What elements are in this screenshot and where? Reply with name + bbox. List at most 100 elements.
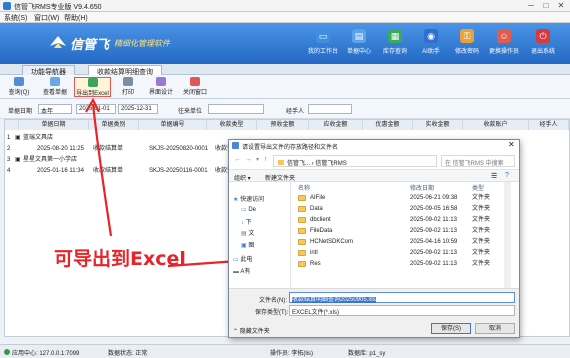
file-row[interactable]: Data 2025-09-05 16:58 文件夹 xyxy=(298,205,508,214)
view-options-icon[interactable]: ☰ xyxy=(491,172,497,180)
tree-item-desktop[interactable]: ▭ De xyxy=(241,206,256,213)
partner-input[interactable] xyxy=(208,104,264,114)
column-header[interactable]: 单据类别 xyxy=(89,120,139,130)
hide-folders-toggle[interactable]: ⌃ 隐藏文件夹 xyxy=(233,326,270,335)
menu-system[interactable]: 系统(S) xyxy=(4,13,27,23)
cell-date[interactable]: 2025-08-20 11:25 xyxy=(37,144,84,154)
scrollbar[interactable] xyxy=(504,182,511,288)
dialog-title-bar: 请设置导出文件的存放路径和文件名 ✕ xyxy=(229,140,519,152)
layout-design-button[interactable]: 界面设计 xyxy=(146,77,176,97)
query-button[interactable]: 查询(Q) xyxy=(6,77,32,97)
tree-item-quick-access[interactable]: ★ 快速访问 xyxy=(233,194,264,203)
cancel-button[interactable]: 取消 xyxy=(475,323,515,334)
header-banner: 信管飞 精细化管理软件 ▭ 我的工作台 ▤ 单据中心 ▦ 库存查询 ◉ AI助手… xyxy=(0,23,570,64)
path-segment[interactable]: 信管飞RMS xyxy=(315,161,346,167)
cell-type[interactable]: 收款结算单 xyxy=(93,144,123,154)
column-header[interactable]: 经手人 xyxy=(529,120,569,130)
print-button[interactable]: 打印 xyxy=(116,77,140,97)
column-type[interactable]: 类型 xyxy=(472,183,484,192)
period-select[interactable]: 本年 xyxy=(38,104,72,115)
column-header[interactable]: 实收金额 xyxy=(413,120,463,130)
tab-navigator[interactable]: 功能导航器 xyxy=(22,65,75,76)
export-excel-button[interactable]: 导出到Excel xyxy=(74,77,111,97)
address-bar[interactable]: 信管飞... › 信管飞RMS xyxy=(273,155,437,167)
header-button-workbench[interactable]: ▭ 我的工作台 xyxy=(306,27,340,61)
date-to-input[interactable]: 2025-12-31 xyxy=(118,104,158,114)
file-name: dbclient xyxy=(310,217,331,223)
file-type: 文件夹 xyxy=(472,250,491,256)
dialog-title: 请设置导出文件的存放路径和文件名 xyxy=(242,145,339,151)
column-header[interactable]: 优惠金额 xyxy=(363,120,413,130)
toolbar: 查询(Q) 查看单据 导出到Excel 打印 界面设计 关闭窗口 xyxy=(0,75,570,99)
dialog-search-input[interactable]: 在 信管飞RMS 中搜索 xyxy=(441,155,515,167)
save-button[interactable]: 保存(S) xyxy=(431,323,471,334)
close-button[interactable]: ✕ xyxy=(554,1,568,11)
recent-icon[interactable]: ▾ xyxy=(256,156,259,163)
header-button-switch-user[interactable]: ☺ 更换操作员 xyxy=(487,27,521,61)
star-icon: ★ xyxy=(233,197,239,203)
tree-item-documents[interactable]: ▤ 文 xyxy=(241,228,254,237)
column-header[interactable]: 单据编号 xyxy=(139,120,207,130)
column-header[interactable]: 应收金额 xyxy=(309,120,363,130)
tab-collection-details[interactable]: 收款结算明细查询 xyxy=(88,65,162,76)
cell-type[interactable]: 收款结算单 xyxy=(93,166,123,176)
header-button-ai[interactable]: ◉ AI助手 xyxy=(414,27,448,61)
organize-button[interactable]: 组织 ▾ xyxy=(234,173,251,182)
cell-date[interactable]: 2025-01-16 11:34 xyxy=(37,166,84,176)
tree-item-this-pc[interactable]: ▭ 此电 xyxy=(233,254,252,263)
cell-number[interactable]: SKJS-20250116-0001 xyxy=(149,166,208,176)
close-icon xyxy=(190,77,200,86)
column-header[interactable]: 单据日期 xyxy=(19,120,89,130)
header-button-inventory[interactable]: ▦ 库存查询 xyxy=(378,27,412,61)
group-row-label[interactable]: 星星文具第一小学店 xyxy=(23,155,77,165)
cell-number[interactable]: SKJS-20250820-0001 xyxy=(149,144,208,154)
file-row[interactable]: FileData 2025-09-02 11:13 文件夹 xyxy=(298,227,508,236)
maximize-button[interactable]: □ xyxy=(539,1,553,11)
document-icon xyxy=(50,77,60,86)
column-header[interactable]: 收款账户 xyxy=(463,120,529,130)
column-date[interactable]: 修改日期 xyxy=(410,183,434,192)
path-segment[interactable]: 信管飞... xyxy=(287,161,310,167)
row-number: 3 xyxy=(7,157,11,163)
file-date: 2025-09-02 11:13 xyxy=(410,261,457,267)
back-icon[interactable]: ← xyxy=(234,156,241,163)
handler-input[interactable] xyxy=(308,104,352,114)
forward-icon[interactable]: → xyxy=(245,156,252,163)
file-row[interactable]: AIFile 2025-06-21 09:38 文件夹 xyxy=(298,194,508,203)
column-header[interactable]: 收款类型 xyxy=(207,120,257,130)
new-folder-button[interactable]: 新建文件夹 xyxy=(265,173,295,182)
close-window-button[interactable]: 关闭窗口 xyxy=(180,77,210,97)
help-icon[interactable]: ? xyxy=(505,172,509,179)
filename-input[interactable]: 收款结算明细查询20250905.xls xyxy=(289,292,515,303)
tree-item-downloads[interactable]: ↓ 下 xyxy=(241,217,252,226)
file-row[interactable]: intl 2025-09-02 11:13 文件夹 xyxy=(298,249,508,258)
expand-icon[interactable]: ▣ xyxy=(15,133,21,143)
minimize-button[interactable]: ─ xyxy=(524,1,538,11)
column-name[interactable]: 名称 xyxy=(298,183,310,192)
header-button-password[interactable]: ⚿ 修改密码 xyxy=(450,27,484,61)
dialog-command-bar: 组织 ▾ 新建文件夹 ☰ ? xyxy=(229,170,519,182)
header-button-exit[interactable]: ⏻ 退出系统 xyxy=(526,27,560,61)
file-row[interactable]: HCNetSDKCom 2025-04-16 10:59 文件夹 xyxy=(298,238,508,247)
power-icon: ⏻ xyxy=(536,29,550,43)
view-document-button[interactable]: 查看单据 xyxy=(40,77,70,97)
menu-window[interactable]: 窗口(W) xyxy=(34,13,59,23)
dialog-close-icon[interactable]: ✕ xyxy=(508,140,515,149)
expand-icon[interactable]: ▣ xyxy=(15,155,21,165)
tree-item-drive[interactable]: ▬ A有 xyxy=(233,266,250,275)
column-header[interactable]: 预收金额 xyxy=(257,120,309,130)
file-row[interactable]: dbclient 2025-09-02 11:13 文件夹 xyxy=(298,216,508,225)
tree-item-pictures[interactable]: ▣ 图 xyxy=(241,240,254,249)
savetype-select[interactable]: EXCEL文件(*.xls) xyxy=(289,305,515,316)
toolbar-label: 界面设计 xyxy=(148,90,173,96)
menu-help[interactable]: 帮助(H) xyxy=(64,13,88,23)
folder-small-icon xyxy=(278,160,284,165)
tree-label: A有 xyxy=(240,269,251,275)
up-icon[interactable]: ↑ xyxy=(264,156,268,163)
file-row[interactable]: Res 2025-09-02 11:13 文件夹 xyxy=(298,260,508,269)
header-button-documents[interactable]: ▤ 单据中心 xyxy=(342,27,376,61)
group-row-label[interactable]: 蓝瑞文具店 xyxy=(23,133,53,143)
file-date: 2025-09-05 16:58 xyxy=(410,206,458,212)
date-from-input[interactable]: 2025-01-01 xyxy=(76,104,116,114)
dialog-footer: 文件名(N): 收款结算明细查询20250905.xls 保存类型(T): EX… xyxy=(229,288,519,337)
